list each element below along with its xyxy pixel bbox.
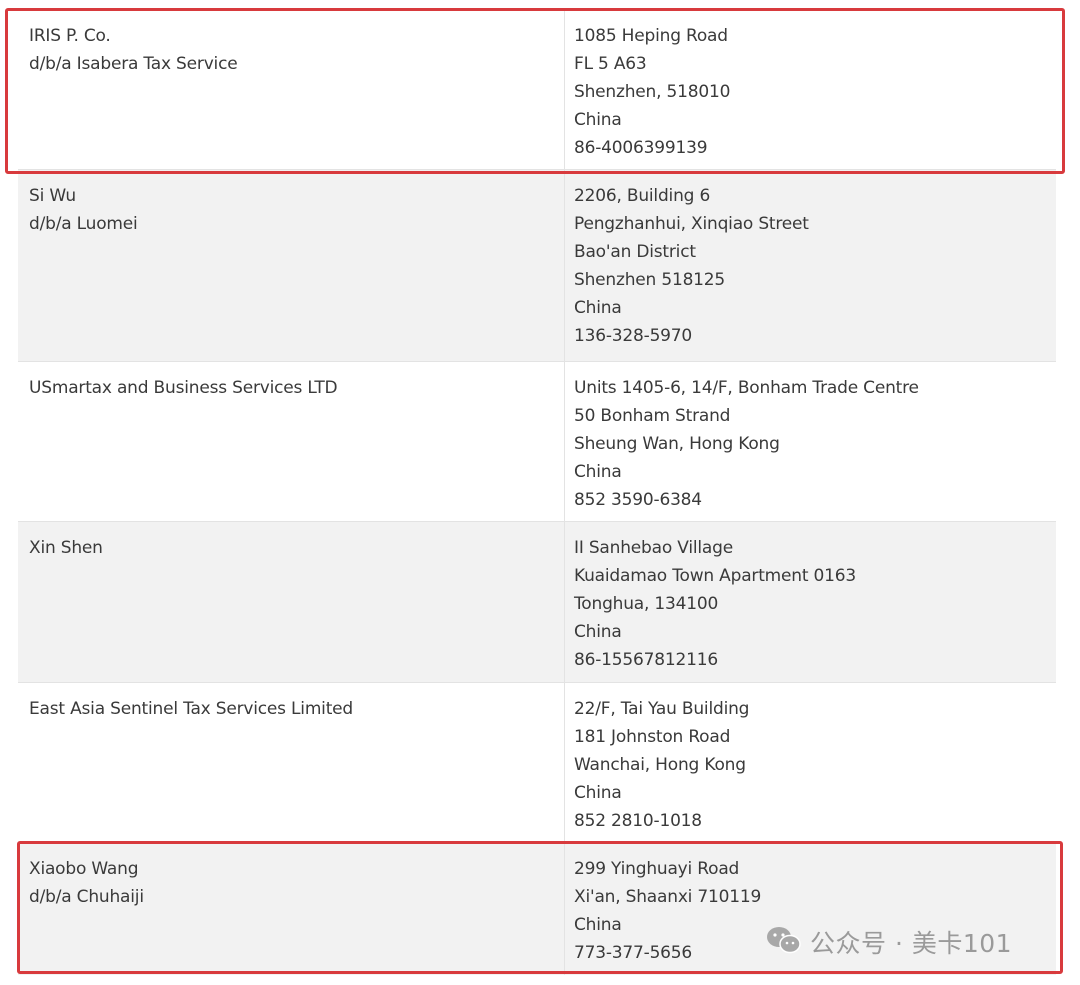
table-row: Xin Shen II Sanhebao Village Kuaidamao T… [18, 522, 1056, 683]
address-line: Sheung Wan, Hong Kong [574, 434, 780, 454]
address-line: 136-328-5970 [574, 326, 693, 346]
name-line: d/b/a Isabera Tax Service [29, 54, 238, 74]
address-line: China [574, 298, 622, 318]
address-line: Tonghua, 134100 [574, 594, 719, 614]
address-line: Xi'an, Shaanxi 710119 [574, 887, 762, 907]
name-line: d/b/a Chuhaiji [29, 887, 144, 907]
entity-address-table: IRIS P. Co. d/b/a Isabera Tax Service 10… [18, 10, 1056, 975]
address-line: 22/F, Tai Yau Building [574, 699, 750, 719]
name-cell: IRIS P. Co. d/b/a Isabera Tax Service [18, 10, 565, 169]
address-line: China [574, 622, 622, 642]
name-cell: Xin Shen [18, 522, 565, 682]
name-line: Si Wu [29, 186, 76, 206]
address-line: FL 5 A63 [574, 54, 647, 74]
watermark-text: 公众号 · 美卡101 [810, 929, 1013, 958]
name-line: USmartax and Business Services LTD [29, 378, 338, 398]
name-cell: Si Wu d/b/a Luomei [18, 170, 565, 361]
name-line: IRIS P. Co. [29, 26, 111, 46]
name-line: East Asia Sentinel Tax Services Limited [29, 699, 354, 719]
address-line: 852 2810-1018 [574, 811, 702, 831]
address-cell: 22/F, Tai Yau Building 181 Johnston Road… [565, 683, 1056, 842]
address-line: II Sanhebao Village [574, 538, 733, 558]
address-line: 2206, Building 6 [574, 186, 711, 206]
watermark: 公众号 · 美卡101 [766, 922, 1012, 962]
address-cell: II Sanhebao Village Kuaidamao Town Apart… [565, 522, 1056, 682]
address-line: 852 3590-6384 [574, 490, 702, 510]
name-cell: Xiaobo Wang d/b/a Chuhaiji [18, 843, 565, 975]
address-cell: Units 1405-6, 14/F, Bonham Trade Centre … [565, 362, 1056, 521]
name-line: Xin Shen [29, 538, 103, 558]
address-line: China [574, 110, 622, 130]
name-line: Xiaobo Wang [29, 859, 139, 879]
table-row: Si Wu d/b/a Luomei 2206, Building 6 Peng… [18, 170, 1056, 362]
table-row: USmartax and Business Services LTD Units… [18, 362, 1056, 522]
name-cell: East Asia Sentinel Tax Services Limited [18, 683, 565, 842]
address-line: Pengzhanhui, Xinqiao Street [574, 214, 809, 234]
address-line: 1085 Heping Road [574, 26, 728, 46]
address-line: China [574, 783, 622, 803]
table-row: IRIS P. Co. d/b/a Isabera Tax Service 10… [18, 10, 1056, 170]
address-line: Bao'an District [574, 242, 696, 262]
address-line: Wanchai, Hong Kong [574, 755, 746, 775]
address-line: 86-4006399139 [574, 138, 708, 158]
name-cell: USmartax and Business Services LTD [18, 362, 565, 521]
address-line: Shenzhen, 518010 [574, 82, 731, 102]
address-line: Shenzhen 518125 [574, 270, 726, 290]
address-line: 299 Yinghuayi Road [574, 859, 740, 879]
wechat-icon [766, 925, 802, 959]
address-line: Units 1405-6, 14/F, Bonham Trade Centre [574, 378, 919, 398]
address-line: China [574, 462, 622, 482]
address-cell: 1085 Heping Road FL 5 A63 Shenzhen, 5180… [565, 10, 1056, 169]
address-cell: 2206, Building 6 Pengzhanhui, Xinqiao St… [565, 170, 1056, 361]
address-line: Kuaidamao Town Apartment 0163 [574, 566, 857, 586]
name-line: d/b/a Luomei [29, 214, 138, 234]
address-line: 86-15567812116 [574, 650, 718, 670]
table-row: East Asia Sentinel Tax Services Limited … [18, 683, 1056, 843]
address-line: 50 Bonham Strand [574, 406, 731, 426]
address-line: 181 Johnston Road [574, 727, 731, 747]
